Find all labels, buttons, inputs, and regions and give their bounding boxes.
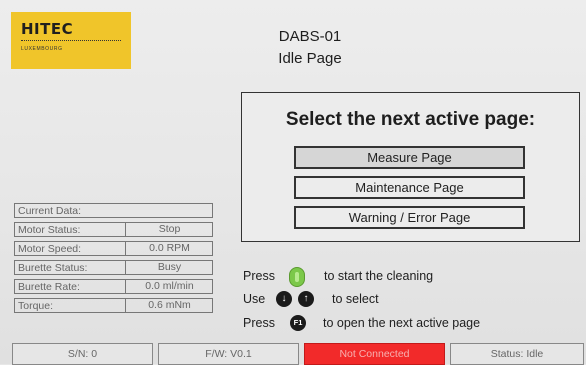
burette-rate-label: Burette Rate: [18,281,80,293]
help-line-cleaning: Press to start the cleaning [243,267,463,287]
f1-key-icon: F1 [290,315,306,331]
help-press-label: Press [243,269,275,283]
burette-rate-value: 0.0 ml/min [125,280,213,293]
motor-speed-label: Motor Speed: [18,243,82,255]
data-row-burette-status: Burette Status: Busy [14,260,213,275]
panel-heading: Select the next active page: [285,109,536,130]
data-row-motor-speed: Motor Speed: 0.0 RPM [14,241,213,256]
machine-status-field: Status: Idle [450,343,584,365]
data-row-motor-status: Motor Status: Stop [14,222,213,237]
help-cleaning-text: to start the cleaning [324,269,434,283]
measure-page-button[interactable]: Measure Page [294,146,525,169]
motor-speed-value: 0.0 RPM [125,242,213,255]
firmware-version-field: F/W: V0.1 [158,343,299,365]
data-row-burette-rate: Burette Rate: 0.0 ml/min [14,279,213,294]
device-name: DABS-01 [278,28,342,45]
help-use-label: Use [243,292,266,306]
current-data-title: Current Data: [18,205,82,217]
page-selection-panel: Select the next active page: Measure Pag… [241,92,580,242]
hitec-logo: HITEC LUXEMBOURG [11,12,131,69]
help-f1-text: to open the next active page [323,316,481,330]
page-title: Idle Page [278,50,342,67]
serial-number-field: S/N: 0 [12,343,153,365]
motor-status-label: Motor Status: [18,224,81,236]
maintenance-page-button[interactable]: Maintenance Page [294,176,525,199]
logo-city: LUXEMBOURG [21,46,63,52]
up-arrow-icon: ↑ [298,291,314,307]
help-line-select: Use ↓ ↑ to select [243,290,463,308]
connection-status-field: Not Connected [304,343,445,365]
motor-status-value: Stop [125,223,213,236]
logo-barcode [21,40,121,45]
page-header: DABS-01 Idle Page [240,26,380,70]
torque-label: Torque: [18,300,54,312]
green-start-button-icon [289,267,305,287]
current-data-title-row: Current Data: [14,203,213,218]
help-press-f1-label: Press [243,316,275,330]
burette-status-label: Burette Status: [18,262,88,274]
burette-status-value: Busy [125,261,213,274]
warning-error-page-button[interactable]: Warning / Error Page [294,206,525,229]
torque-value: 0.6 mNm [125,299,213,312]
help-line-f1: Press F1 to open the next active page [243,314,503,332]
data-row-torque: Torque: 0.6 mNm [14,298,213,313]
hmi-screen: HITEC LUXEMBOURG DABS-01 Idle Page Selec… [0,0,586,365]
help-select-text: to select [332,292,379,306]
down-arrow-icon: ↓ [276,291,292,307]
logo-brand: HITEC [21,20,74,38]
